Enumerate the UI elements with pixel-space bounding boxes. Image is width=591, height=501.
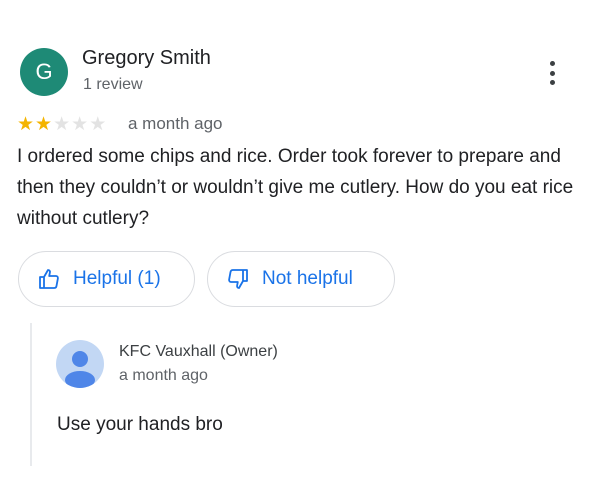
- owner-avatar[interactable]: [56, 340, 104, 388]
- owner-name: KFC Vauxhall (Owner): [119, 343, 278, 360]
- owner-reply-text: Use your hands bro: [57, 414, 223, 435]
- star-empty-icon: ★: [53, 114, 71, 135]
- star-filled-icon: ★: [17, 114, 35, 135]
- reviewer-avatar[interactable]: G: [20, 48, 68, 96]
- more-options-button[interactable]: [540, 58, 564, 88]
- star-filled-icon: ★: [35, 114, 53, 135]
- not-helpful-label: Not helpful: [262, 268, 353, 289]
- not-helpful-button[interactable]: Not helpful: [207, 251, 395, 307]
- star-empty-icon: ★: [71, 114, 89, 135]
- more-vert-icon: [549, 61, 555, 66]
- more-vert-icon-dot: [549, 80, 555, 85]
- reviewer-name[interactable]: Gregory Smith: [82, 47, 211, 70]
- more-vert-icon-dot: [549, 70, 555, 76]
- helpful-label: Helpful (1): [73, 268, 161, 289]
- avatar-letter: G: [35, 59, 53, 84]
- person-avatar-icon: [65, 351, 95, 388]
- review-count: 1 review: [83, 76, 143, 93]
- review-time: a month ago: [128, 114, 223, 133]
- review-card: G Gregory Smith 1 review ★ ★ ★ ★ ★ a month a…: [0, 0, 591, 501]
- helpful-button[interactable]: Helpful (1): [18, 251, 195, 307]
- star-empty-icon: ★: [89, 114, 107, 135]
- thumb-down-icon: [228, 269, 248, 289]
- reply-divider: [30, 323, 32, 466]
- owner-reply-time: a month ago: [119, 367, 208, 384]
- review-text: I ordered some chips and rice. Order too…: [17, 146, 574, 229]
- thumb-up-icon: [39, 269, 59, 289]
- star-rating: ★ ★ ★ ★ ★: [17, 114, 107, 136]
